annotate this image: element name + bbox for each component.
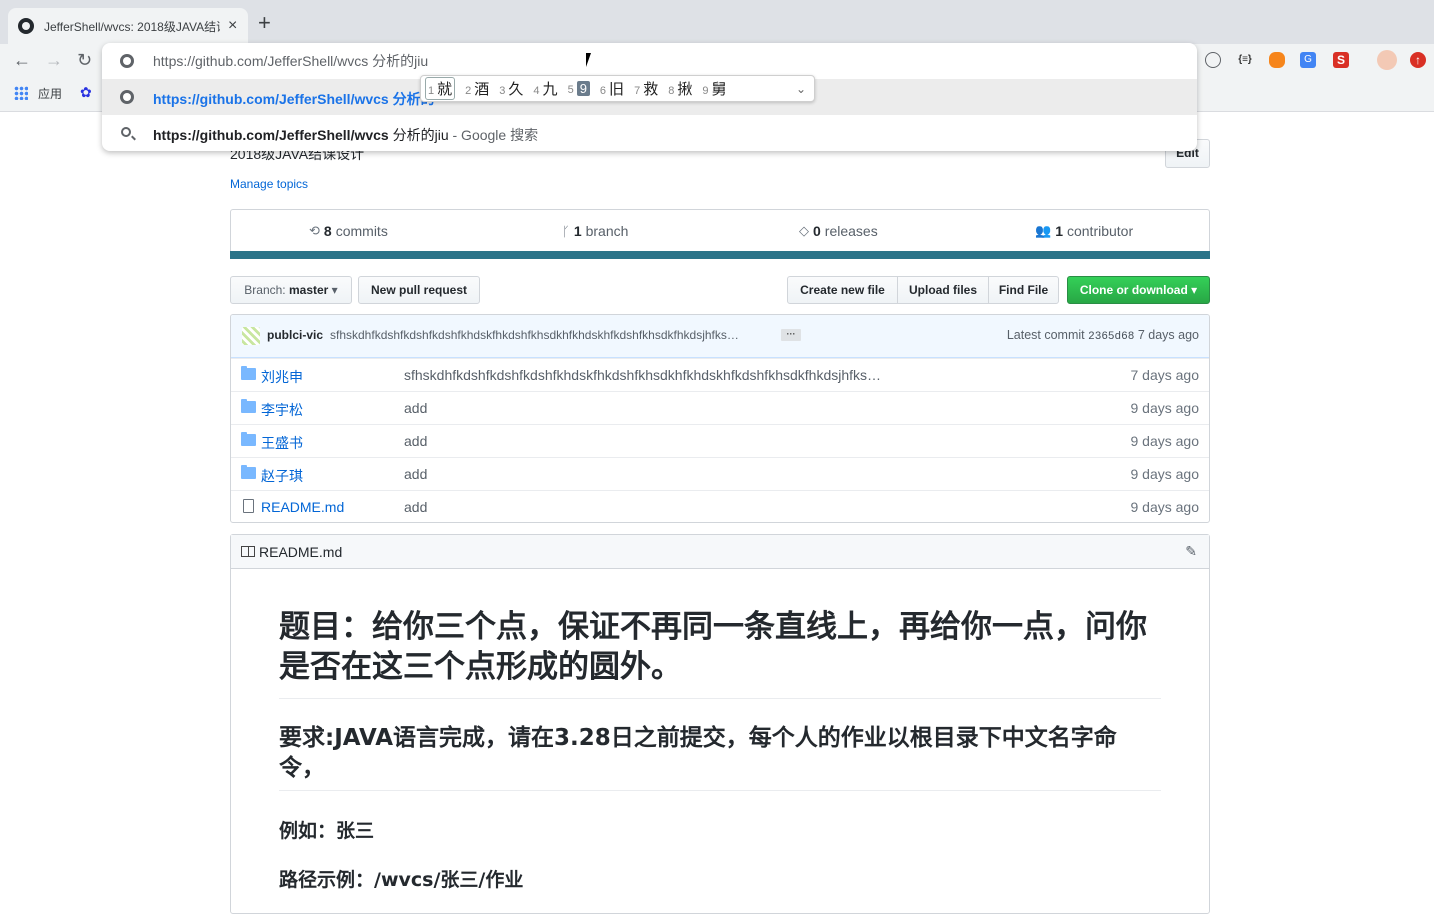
profile-avatar[interactable] (1377, 50, 1397, 70)
folder-icon (241, 366, 256, 380)
ime-candidate[interactable]: 4九 (533, 78, 557, 99)
apps-grid-icon[interactable] (14, 86, 28, 100)
readme-heading-2: 要求:JAVA语言完成，请在3.28日之前提交，每个人的作业以根目录下中文名字命… (279, 725, 1117, 781)
google-translate-icon[interactable]: G (1300, 52, 1316, 68)
file-age: 9 days ago (1130, 466, 1200, 482)
file-age: 9 days ago (1130, 433, 1200, 449)
file-name[interactable]: README.md (261, 499, 344, 515)
clone-download-button[interactable]: Clone or download ▾ (1067, 276, 1210, 304)
tab-title: JefferShell/wvcs: 2018级JAVA结课设计 (44, 19, 220, 34)
json-icon[interactable]: {≡} (1237, 52, 1253, 68)
divider (279, 790, 1161, 791)
latest-commit-info: Latest commit 2365d68 7 days ago (1006, 328, 1199, 343)
commit-age: 7 days ago (1137, 328, 1199, 342)
find-file-button[interactable]: Find File (988, 276, 1059, 304)
file-name[interactable]: 刘兆申 (261, 367, 303, 387)
pencil-edit-icon[interactable]: ✎ (1185, 543, 1197, 560)
reload-button[interactable]: ↻ (77, 50, 92, 70)
branch-select-button[interactable]: Branch: master ▾ (230, 276, 352, 304)
bookmark-apps[interactable]: 应用 (38, 85, 62, 102)
file-commit-message[interactable]: add (404, 400, 914, 416)
search-icon (121, 127, 131, 137)
readme-heading-1: 题目：给你三个点，保证不再同一条直线上，再给你一点，问你是否在这三个点形成的圆外… (279, 609, 1147, 685)
folder-icon (241, 432, 256, 446)
update-icon[interactable]: ↑ (1410, 52, 1426, 68)
ime-candidate[interactable]: 1就 (425, 77, 456, 100)
ime-candidate-window: 1就 2酒 3久 4九 59 6旧 7救 8揪 9舅 ⌄ (420, 75, 815, 102)
new-tab-button[interactable]: + (258, 12, 271, 34)
folder-icon (241, 465, 256, 479)
ime-candidate[interactable]: 2酒 (465, 78, 489, 99)
readme-path-example: 路径示例：/wvcs/张三/作业 (279, 869, 524, 891)
back-button[interactable]: ← (13, 50, 31, 70)
author-avatar[interactable] (242, 327, 260, 345)
omnibox-suggestion-search[interactable]: https://github.com/JefferShell/wvcs 分析的j… (102, 115, 1197, 151)
readme-header: README.md ✎ (231, 535, 1209, 569)
branch-stat[interactable]: ᚴ 1 branch (562, 223, 628, 239)
commit-author[interactable]: publci-vic (267, 328, 323, 342)
ime-candidate[interactable]: 9舅 (702, 78, 726, 99)
forward-button[interactable]: → (45, 50, 63, 70)
create-new-file-button[interactable]: Create new file (787, 276, 898, 304)
file-name[interactable]: 赵子琪 (261, 466, 303, 486)
book-icon (241, 546, 255, 557)
suggestion-text: https://github.com/JefferShell/wvcs 分析的 (153, 91, 435, 107)
ime-candidate[interactable]: 8揪 (668, 78, 692, 99)
file-age: 9 days ago (1130, 400, 1200, 416)
contributors-stat[interactable]: 👥 1 contributor (1035, 223, 1133, 239)
readme-title: README.md (259, 544, 343, 560)
file-list: publci-vic sfhskdhfkdshfkdshfkdshfkhdskf… (230, 314, 1210, 523)
folder-icon (241, 399, 256, 413)
commit-message[interactable]: sfhskdhfkdshfkdshfkdshfkhdskfhkdshfkhsdk… (330, 328, 774, 342)
readme-example: 例如：张三 (279, 820, 375, 842)
ime-candidate[interactable]: 3久 (499, 78, 523, 99)
language-bar[interactable] (230, 251, 1210, 259)
table-row: 刘兆申 sfhskdhfkdshfkdshfkdshfkhdskfhkdshfk… (231, 358, 1209, 391)
chevron-down-icon[interactable]: ⌄ (796, 82, 806, 96)
tag-icon: ◇ (799, 223, 809, 238)
suggestion-text: https://github.com/JefferShell/wvcs 分析的j… (153, 127, 539, 143)
github-favicon-icon (18, 18, 34, 34)
file-commit-message[interactable]: add (404, 466, 914, 482)
s-ext-icon[interactable]: S (1333, 52, 1349, 68)
commit-sha[interactable]: 2365d68 (1088, 331, 1134, 343)
commits-stat[interactable]: ⟲ 8 commits (309, 223, 388, 239)
people-icon: 👥 (1035, 223, 1052, 238)
metamask-icon[interactable] (1269, 52, 1285, 68)
ime-candidate[interactable]: 6旧 (600, 78, 624, 99)
table-row: 李宇松 add 9 days ago (231, 391, 1209, 424)
file-commit-message[interactable]: sfhskdhfkdshfkdshfkdshfkhdskfhkdshfkhsdk… (404, 367, 914, 383)
branch-icon: ᚴ (562, 223, 570, 239)
history-icon: ⟲ (309, 223, 320, 238)
ime-candidate[interactable]: 7救 (634, 78, 658, 99)
file-name[interactable]: 王盛书 (261, 433, 303, 453)
file-icon (243, 499, 254, 513)
upload-files-button[interactable]: Upload files (897, 276, 989, 304)
baidu-paw-icon[interactable]: ✿ (80, 84, 92, 101)
ime-candidate[interactable]: 59 (568, 81, 590, 96)
file-name[interactable]: 李宇松 (261, 400, 303, 420)
file-commit-message[interactable]: add (404, 499, 914, 515)
proxy-icon[interactable] (1205, 52, 1221, 68)
readme-panel: README.md ✎ 题目：给你三个点，保证不再同一条直线上，再给你一点，问你… (230, 534, 1210, 914)
file-age: 9 days ago (1130, 499, 1200, 515)
expand-commit-button[interactable]: ··· (781, 329, 801, 341)
table-row: README.md add 9 days ago (231, 490, 1209, 522)
globe-icon (120, 54, 134, 68)
latest-commit-bar: publci-vic sfhskdhfkdshfkdshfkdshfkhdskf… (231, 315, 1209, 358)
new-pull-request-button[interactable]: New pull request (358, 276, 480, 304)
table-row: 王盛书 add 9 days ago (231, 424, 1209, 457)
table-row: 赵子琪 add 9 days ago (231, 457, 1209, 490)
manage-topics-link[interactable]: Manage topics (230, 177, 308, 191)
divider (279, 698, 1161, 699)
file-age: 7 days ago (1130, 367, 1200, 383)
tab-close-icon[interactable]: × (228, 17, 237, 35)
releases-stat[interactable]: ◇ 0 releases (799, 223, 878, 239)
globe-icon (120, 90, 134, 104)
address-bar-input[interactable] (153, 53, 853, 69)
browser-tab[interactable]: JefferShell/wvcs: 2018级JAVA结课设计 × (8, 8, 248, 44)
omnibox-row (102, 43, 1197, 79)
file-commit-message[interactable]: add (404, 433, 914, 449)
mouse-cursor (586, 53, 596, 67)
